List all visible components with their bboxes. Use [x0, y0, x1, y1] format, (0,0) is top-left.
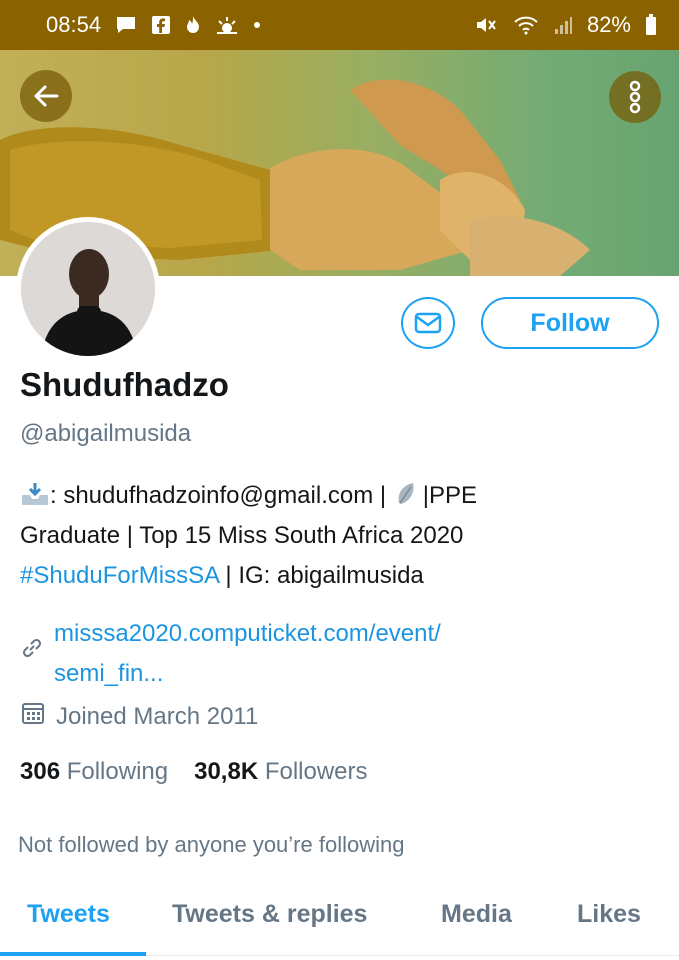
bio-line-3: #ShuduForMissSA | IG: abigailmusida	[20, 562, 424, 589]
follow-button[interactable]: Follow	[481, 297, 659, 349]
fire-icon	[185, 15, 201, 35]
link-icon	[20, 636, 44, 694]
signal-icon	[553, 15, 573, 35]
weather-icon	[215, 15, 239, 35]
status-bar: 08:54 82%	[0, 0, 679, 50]
battery-icon	[645, 14, 657, 36]
active-tab-indicator	[0, 952, 146, 956]
message-button[interactable]	[401, 297, 455, 349]
bio-hashtag-link[interactable]: #ShuduForMissSA	[20, 562, 219, 589]
more-options-button[interactable]	[609, 71, 661, 123]
joined-date: Joined March 2011	[56, 702, 259, 730]
feather-icon	[393, 480, 423, 506]
tab-tweets[interactable]: Tweets	[27, 900, 110, 929]
mute-icon	[475, 14, 499, 36]
profile-name: Shudufhadzo	[20, 366, 229, 403]
profile-website-link[interactable]: misssa2020.computicket.com/event/ semi_f…	[54, 614, 441, 694]
facebook-icon	[151, 15, 171, 35]
bio-line-2: Graduate | Top 15 Miss South Africa 2020	[20, 522, 464, 549]
back-button[interactable]	[20, 70, 72, 122]
tab-media[interactable]: Media	[441, 900, 512, 929]
tab-likes[interactable]: Likes	[577, 900, 641, 929]
followers-label: Followers	[264, 758, 368, 785]
profile-website-row: misssa2020.computicket.com/event/ semi_f…	[20, 614, 441, 694]
more-vertical-icon	[629, 80, 641, 114]
joined-row: Joined March 2011	[20, 700, 258, 733]
following-label: Following	[66, 758, 169, 785]
status-right: 82%	[475, 12, 657, 38]
following-count: 306	[20, 758, 61, 785]
followers-stat[interactable]: 30,8K Followers	[194, 758, 367, 786]
wifi-icon	[513, 15, 539, 35]
profile-handle: @abigailmusida	[20, 420, 192, 447]
calendar-icon	[20, 700, 46, 733]
battery-percent: 82%	[586, 12, 631, 37]
profile-bio: : shudufhadzoinfo@gmail.com | |PPE Gradu…	[20, 476, 660, 596]
message-icon	[115, 15, 137, 35]
tab-tweets-replies[interactable]: Tweets & replies	[172, 900, 367, 929]
arrow-left-icon	[34, 85, 59, 107]
dot-icon	[253, 21, 261, 29]
inbox-tray-icon	[20, 480, 50, 506]
mutual-followers-note: Not followed by anyone you’re following	[18, 832, 405, 857]
avatar-photo	[21, 222, 155, 356]
avatar[interactable]	[16, 217, 160, 361]
status-left: 08:54	[46, 12, 261, 38]
status-time: 08:54	[46, 12, 102, 37]
following-stat[interactable]: 306 Following	[20, 758, 168, 786]
envelope-icon	[414, 312, 442, 334]
bio-line-1: : shudufhadzoinfo@gmail.com | |PPE	[20, 476, 660, 516]
follow-stats: 306 Following 30,8K Followers	[20, 758, 368, 786]
profile-tabs: Tweets Tweets & replies Media Likes	[0, 890, 679, 956]
followers-count: 30,8K	[194, 758, 259, 785]
